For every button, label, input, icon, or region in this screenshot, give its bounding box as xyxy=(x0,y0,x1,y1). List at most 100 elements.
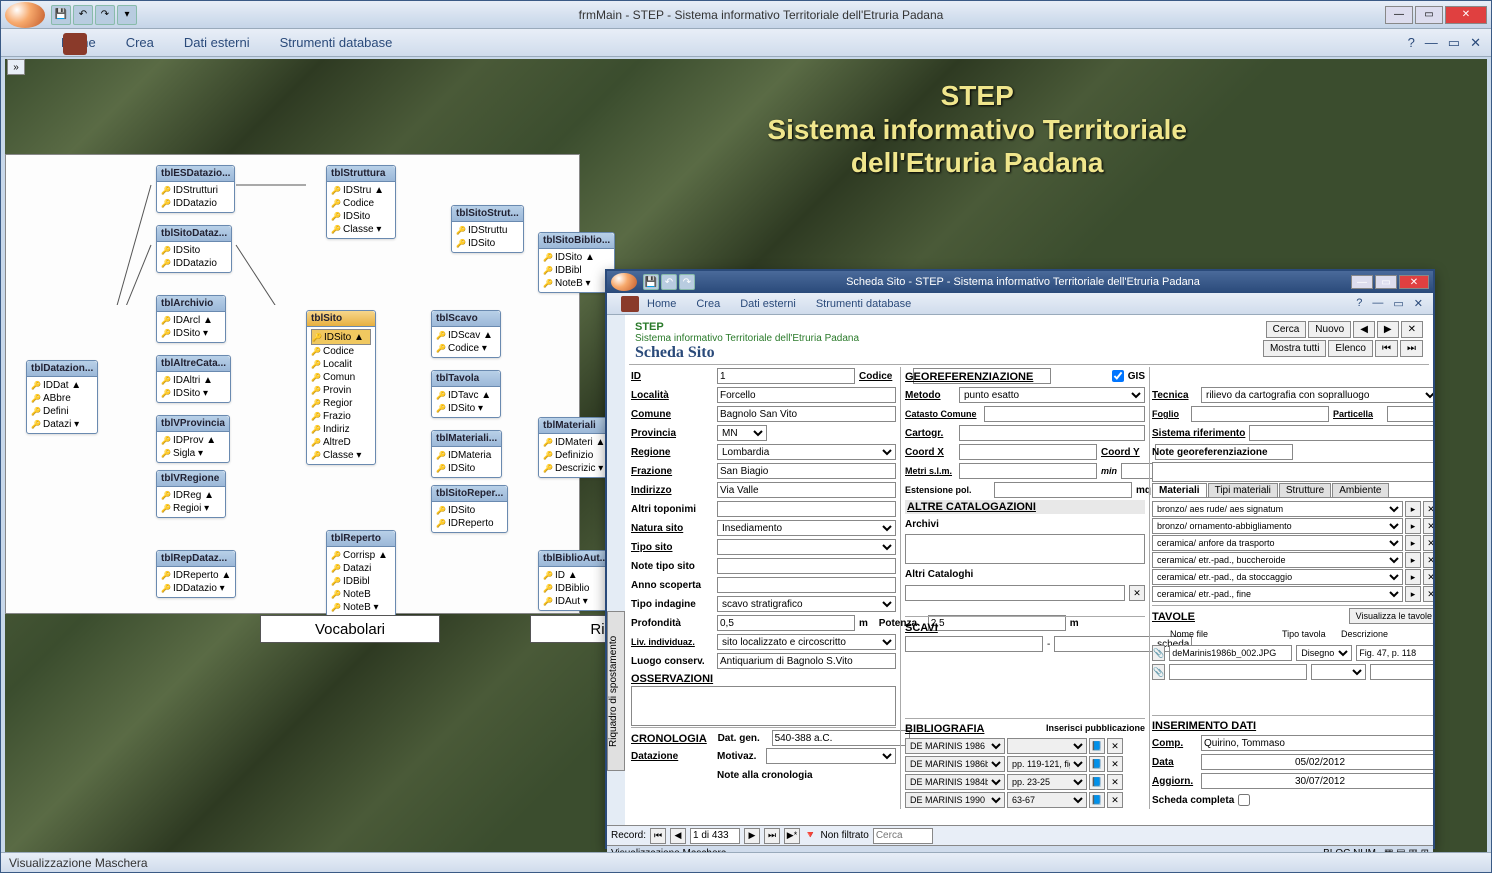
help-icon[interactable]: ? xyxy=(1408,35,1415,51)
luogo-field[interactable] xyxy=(717,653,896,669)
biblio-pages-select[interactable]: 63-67 xyxy=(1007,792,1087,808)
db-table[interactable]: tblReperto🔑Corrisp ▲🔑Datazi🔑IDBibl🔑NoteB… xyxy=(326,530,396,617)
biblio-author-select[interactable]: DE MARINIS 1990 xyxy=(905,792,1005,808)
altricat-delete-icon[interactable]: ✕ xyxy=(1129,585,1145,601)
close-doc-icon[interactable]: ✕ xyxy=(1470,35,1481,51)
nav-first-button[interactable]: ⏮ xyxy=(1375,340,1398,357)
recnav-filter[interactable]: Non filtrato xyxy=(820,830,868,841)
recnav-first-icon[interactable]: ⏮ xyxy=(650,828,666,844)
indirizzo-field[interactable] xyxy=(717,482,896,498)
mat-delete-icon[interactable]: ✕ xyxy=(1423,586,1433,602)
gis-checkbox[interactable] xyxy=(1112,370,1124,382)
biblio-author-select[interactable]: DE MARINIS 1984b xyxy=(905,774,1005,790)
prof-field[interactable] xyxy=(717,615,855,631)
office-orb-icon[interactable] xyxy=(5,2,45,28)
nav-prev-button[interactable]: ◀ xyxy=(1353,321,1375,338)
nav-last-button[interactable]: ⏭ xyxy=(1400,340,1423,357)
biblio-pages-select[interactable]: pp. 119-121, fig. 47 xyxy=(1007,756,1087,772)
maximize-button[interactable]: ▭ xyxy=(1415,6,1443,24)
altricat-field[interactable] xyxy=(905,585,1125,601)
ribbon-tab-strumenti[interactable]: Strumenti database xyxy=(280,35,393,50)
filter-icon[interactable]: 🔻 xyxy=(804,830,816,841)
db-table[interactable]: tblDatazion...🔑IDDat ▲🔑ABbre🔑Defini🔑Data… xyxy=(26,360,98,434)
tavola-tipo2-select[interactable] xyxy=(1311,664,1366,680)
material-select[interactable]: ceramica/ etr.-pad., fine xyxy=(1152,586,1403,602)
mostra-button[interactable]: Mostra tutti xyxy=(1263,340,1326,357)
db-table[interactable]: tblMateriali🔑IDMateri ▲🔑Definizio🔑Descri… xyxy=(538,417,610,478)
sub-maximize-button[interactable]: ▭ xyxy=(1375,275,1397,289)
material-select[interactable]: ceramica/ etr.-pad., da stoccaggio xyxy=(1152,569,1403,585)
scavi-n-field[interactable] xyxy=(905,636,1043,652)
biblio-delete-icon[interactable]: ✕ xyxy=(1107,738,1123,754)
relationship-diagram[interactable]: tblESDatazio...🔑IDStrutturi🔑IDDataziotbl… xyxy=(5,154,580,614)
db-table[interactable]: tblAltreCata...🔑IDAltri ▲🔑IDSito ▾ xyxy=(156,355,231,403)
mat-delete-icon[interactable]: ✕ xyxy=(1423,518,1433,534)
form-view-icon[interactable] xyxy=(63,33,87,55)
db-table[interactable]: tblBiblioAut...🔑ID ▲🔑IDBiblio🔑IDAut ▾ xyxy=(538,550,613,611)
nav-next-button[interactable]: ▶ xyxy=(1377,321,1399,338)
biblio-delete-icon[interactable]: ✕ xyxy=(1107,792,1123,808)
localita-field[interactable] xyxy=(717,387,896,403)
regione-select[interactable]: Lombardia xyxy=(717,444,896,460)
sub-close-button[interactable]: ✕ xyxy=(1399,275,1429,289)
metodo-select[interactable]: punto esatto xyxy=(959,387,1145,403)
sub-ribbon-home[interactable]: Home xyxy=(647,298,676,310)
material-select[interactable]: bronzo/ ornamento-abbigliamento xyxy=(1152,518,1403,534)
comune-field[interactable] xyxy=(717,406,896,422)
tab-materiali[interactable]: Materiali xyxy=(1152,483,1207,497)
provincia-select[interactable]: MN xyxy=(717,425,767,441)
sub-ribbon-strumenti[interactable]: Strumenti database xyxy=(816,298,911,310)
biblio-delete-icon[interactable]: ✕ xyxy=(1107,756,1123,772)
completa-checkbox[interactable] xyxy=(1238,794,1250,806)
tavola-file2-field[interactable] xyxy=(1169,664,1307,680)
osservazioni-textarea[interactable] xyxy=(631,686,896,726)
sub-save-icon[interactable]: 💾 xyxy=(643,274,659,290)
natura-select[interactable]: Insediamento xyxy=(717,520,896,536)
tavola-attach2-icon[interactable]: 📎 xyxy=(1152,664,1165,680)
nav-pane-toggle[interactable]: » xyxy=(7,59,25,75)
biblio-author-select[interactable]: DE MARINIS 1986b xyxy=(905,756,1005,772)
db-table[interactable]: tblArchivio🔑IDArcl ▲🔑IDSito ▾ xyxy=(156,295,226,343)
sub-mindoc-icon[interactable]: — xyxy=(1372,297,1383,310)
sub-help-icon[interactable]: ? xyxy=(1356,297,1362,310)
ribbon-tab-crea[interactable]: Crea xyxy=(126,35,154,50)
frazione-field[interactable] xyxy=(717,463,896,479)
foglio-field[interactable] xyxy=(1191,406,1329,422)
coordx-field[interactable] xyxy=(959,444,1097,460)
elenco-button[interactable]: Elenco xyxy=(1328,340,1373,357)
motiv-select[interactable] xyxy=(766,748,896,764)
mat-delete-icon[interactable]: ✕ xyxy=(1423,552,1433,568)
biblio-book-icon[interactable]: 📘 xyxy=(1089,756,1105,772)
tab-tipi[interactable]: Tipi materiali xyxy=(1208,483,1278,497)
db-table[interactable]: tblSitoBiblio...🔑IDSito ▲🔑IDBibl🔑NoteB ▾ xyxy=(538,232,615,293)
notegeo-textarea[interactable] xyxy=(1152,462,1433,482)
mat-goto-icon[interactable]: ▸ xyxy=(1405,501,1421,517)
estpol-field[interactable] xyxy=(994,482,1132,498)
datgen-field[interactable] xyxy=(772,730,910,746)
db-table[interactable]: tblVRegione🔑IDReg ▲🔑Regioi ▾ xyxy=(156,470,226,518)
tavola-attach-icon[interactable]: 📎 xyxy=(1152,645,1165,661)
tab-strutture[interactable]: Strutture xyxy=(1279,483,1331,497)
recnav-pos-field[interactable] xyxy=(690,828,740,844)
recnav-search-field[interactable] xyxy=(873,828,933,844)
tab-ambiente[interactable]: Ambiente xyxy=(1332,483,1388,497)
biblio-book-icon[interactable]: 📘 xyxy=(1089,774,1105,790)
db-table[interactable]: tblScavo🔑IDScav ▲🔑Codice ▾ xyxy=(431,310,501,358)
recnav-last-icon[interactable]: ⏭ xyxy=(764,828,780,844)
liv-select[interactable]: sito localizzato e circoscritto xyxy=(717,634,896,650)
mat-delete-icon[interactable]: ✕ xyxy=(1423,535,1433,551)
tavola-tipo-select[interactable]: Disegno xyxy=(1296,645,1352,661)
restore-doc-icon[interactable]: ▭ xyxy=(1448,35,1460,51)
db-table[interactable]: tblSito🔑IDSito ▲🔑Codice🔑Localit🔑Comun🔑Pr… xyxy=(306,310,376,465)
sub-redo-icon[interactable]: ↷ xyxy=(679,274,695,290)
altritop-field[interactable] xyxy=(717,501,896,517)
sub-minimize-button[interactable]: — xyxy=(1351,275,1373,289)
mat-delete-icon[interactable]: ✕ xyxy=(1423,569,1433,585)
sistrif-field[interactable] xyxy=(1249,425,1433,441)
nuovo-button[interactable]: Nuovo xyxy=(1308,321,1351,338)
material-select[interactable]: bronzo/ aes rude/ aes signatum xyxy=(1152,501,1403,517)
sub-form-view-icon[interactable] xyxy=(621,296,639,312)
redo-icon[interactable]: ↷ xyxy=(95,5,115,25)
id-field[interactable] xyxy=(717,368,855,384)
minimize-doc-icon[interactable]: — xyxy=(1425,35,1438,51)
